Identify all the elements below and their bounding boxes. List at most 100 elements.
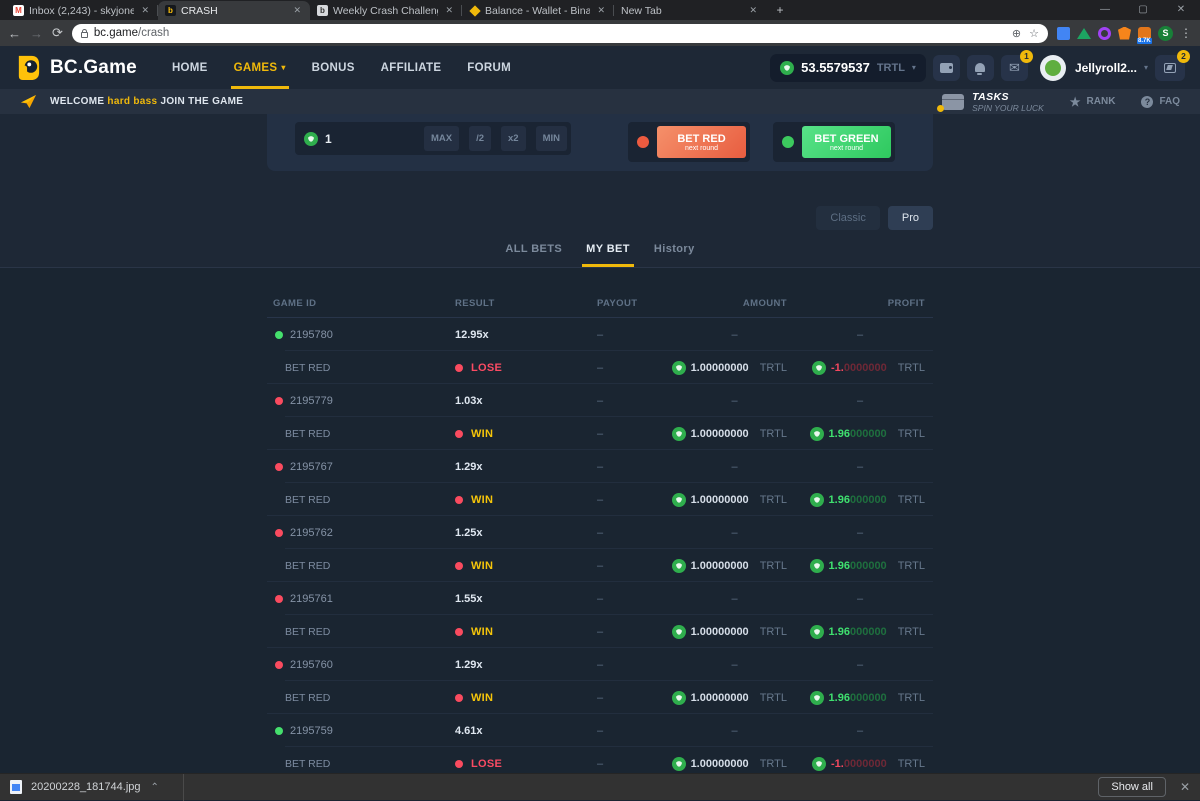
game-section: 1 MAX /2 x2 MIN BET RED next round BET G… [0,114,1200,268]
close-shelf-icon[interactable]: ✕ [1180,780,1190,794]
result-cell: 1.03x [442,395,572,407]
bet-amount-input[interactable]: 1 MAX /2 x2 MIN [295,122,571,155]
back-icon[interactable]: ← [8,26,21,41]
nav-forum[interactable]: FORUM [454,46,524,89]
table-row-game[interactable]: 21957601.29x––– [267,648,933,681]
nav-games[interactable]: GAMES▾ [221,46,299,89]
site-header: BC.Game HOME GAMES▾ BONUS AFFILIATE FORU… [0,46,1200,89]
tab-history[interactable]: History [650,237,699,267]
drive-extension-icon[interactable] [1077,28,1091,39]
close-icon[interactable]: ✕ [443,5,455,16]
chat-button[interactable]: 2 [1155,55,1185,81]
red-dot-icon [455,760,463,768]
trtl-coin-icon [672,559,686,573]
wallet-button[interactable] [933,55,960,81]
tab-my-bet[interactable]: MY BET [582,237,634,267]
table-row-game[interactable]: 21957671.29x––– [267,450,933,483]
url-text[interactable]: bc.game/crash [94,27,1006,39]
result-cell: 12.95x [442,329,572,341]
tab-crash[interactable]: b CRASH ✕ [158,1,310,20]
profit-cell: 1.96000000TRTL [787,691,933,705]
close-icon[interactable]: ✕ [747,5,759,16]
bet-green-button[interactable]: BET GREEN next round [802,126,891,158]
tab-gmail[interactable]: M Inbox (2,243) - skyjones84@gma ✕ [6,1,158,20]
menu-icon[interactable]: ⋮ [1180,26,1192,40]
user-avatar[interactable] [1040,55,1066,81]
extension-badge-icon[interactable]: 8.7K [1138,27,1151,40]
close-window-icon[interactable]: ✕ [1162,0,1200,20]
download-filename[interactable]: 20200228_181744.jpg [31,781,141,793]
red-dot-icon [275,397,283,405]
url-bar[interactable]: bc.game/crash ⊕ ☆ [72,24,1048,43]
bcgame-logo[interactable]: BC.Game [15,54,137,81]
tab-new[interactable]: New Tab ✕ [614,1,766,20]
payout-cell: – [572,560,682,572]
payout-cell: – [572,692,682,704]
table-row-game[interactable]: 21957594.61x––– [267,714,933,747]
tasks-subtitle: SPIN YOUR LUCK [972,103,1044,113]
notifications-button[interactable] [967,55,994,81]
maximize-icon[interactable]: ▢ [1124,0,1162,20]
bet-control-panel: 1 MAX /2 x2 MIN BET RED next round BET G… [267,114,933,171]
green-dot-icon [275,331,283,339]
url-domain: bc.game [94,27,138,39]
game-id-cell: 2195767 [267,461,442,473]
min-button[interactable]: MIN [536,126,567,151]
extension-purple-icon[interactable] [1098,27,1111,40]
chevron-down-icon[interactable]: ▾ [1144,63,1148,72]
chevron-down-icon: ▾ [281,63,285,72]
balance-selector[interactable]: 53.5579537 TRTL ▾ [770,54,926,82]
bet-green-group: BET GREEN next round [773,122,895,162]
trtl-coin-icon [780,61,794,75]
metamask-icon[interactable] [1118,27,1131,40]
payout-cell: – [572,395,682,407]
amount-cell: 1.00000000TRTL [682,559,787,573]
nav-affiliate[interactable]: AFFILIATE [368,46,455,89]
table-row-game[interactable]: 21957791.03x––– [267,384,933,417]
max-button[interactable]: MAX [424,126,459,151]
refresh-icon[interactable]: ⟳ [52,25,63,41]
nav-home[interactable]: HOME [159,46,221,89]
table-row-game[interactable]: 219578012.95x––– [267,318,933,351]
download-bar: 20200228_181744.jpg ⌃ Show all ✕ [0,773,1200,800]
faq-link[interactable]: ? FAQ [1141,96,1180,108]
tasks-link[interactable]: TASKS SPIN YOUR LUCK [942,91,1044,113]
nav-bonus[interactable]: BONUS [299,46,368,89]
chat-icon [1164,63,1176,73]
rank-link[interactable]: ★ RANK [1070,95,1116,109]
tab-weekly-crash[interactable]: b Weekly Crash Challenge - Red R ✕ [310,1,462,20]
new-tab-button[interactable]: + [772,2,788,18]
tab-binance[interactable]: Balance - Wallet - Binance ✕ [462,1,614,20]
bet-green-sublabel: next round [830,145,863,152]
forward-icon[interactable]: → [30,26,43,41]
amount-cell: 1.00000000TRTL [682,493,787,507]
tab-all-bets[interactable]: ALL BETS [501,237,566,267]
extension-blue-icon[interactable] [1057,27,1070,40]
browser-profile-avatar[interactable]: S [1158,26,1173,41]
classic-button[interactable]: Classic [816,206,879,230]
table-row-bet: BET REDWIN–1.00000000TRTL1.96000000TRTL [267,483,933,516]
close-icon[interactable]: ✕ [595,5,607,16]
messages-button[interactable]: ✉ 1 [1001,55,1028,81]
extension-badge-count: 8.7K [1137,38,1152,44]
pro-button[interactable]: Pro [888,206,933,230]
bookmark-icon[interactable]: ☆ [1029,27,1039,40]
table-row-game[interactable]: 21957611.55x––– [267,582,933,615]
table-row-game[interactable]: 21957621.25x––– [267,516,933,549]
payout-cell: – [572,758,682,770]
target-icon[interactable]: ⊕ [1012,27,1021,40]
close-icon[interactable]: ✕ [139,5,151,16]
game-id-cell: 2195761 [267,593,442,605]
close-icon[interactable]: ✕ [291,5,303,16]
show-all-button[interactable]: Show all [1098,777,1166,797]
banner-join: JOIN THE GAME [160,96,243,107]
payout-cell: – [572,461,682,473]
double-button[interactable]: x2 [501,126,526,151]
minimize-icon[interactable]: — [1086,0,1124,20]
outcome-cell: WIN [442,428,572,440]
chevron-up-icon[interactable]: ⌃ [151,782,159,793]
red-dot-icon [275,463,283,471]
half-button[interactable]: /2 [469,126,491,151]
bet-red-button[interactable]: BET RED next round [657,126,746,158]
tab-title: CRASH [181,5,286,17]
